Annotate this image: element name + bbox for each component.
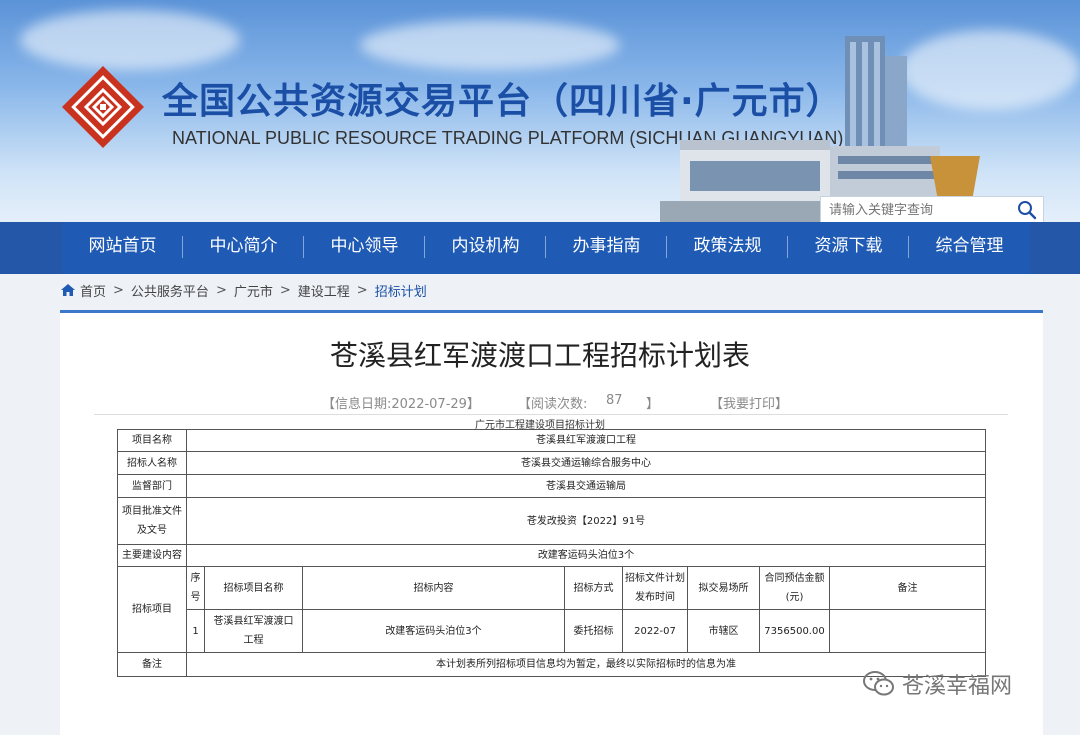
- bid-plan-table: 项目名称 苍溪县红军渡渡口工程 招标人名称 苍溪县交通运输综合服务中心 监督部门…: [117, 429, 986, 677]
- breadcrumb: 首页 > 公共服务平台 > 广元市 > 建设工程 > 招标计划: [60, 280, 427, 300]
- row-label: 项目名称: [117, 429, 187, 452]
- print-link[interactable]: 【我要打印】: [710, 393, 788, 412]
- article-title: 苍溪县红军渡渡口工程招标计划表: [329, 339, 750, 372]
- nav-item-home[interactable]: 网站首页: [62, 222, 183, 274]
- row-label: 项目批准文件 及文号: [117, 497, 187, 545]
- approval-label-line1: 项目批准文件: [122, 506, 182, 517]
- table-header-row: 招标项目 序 号 招标项目名称 招标内容 招标方式 招标文件计划 发布时间 拟交…: [117, 566, 986, 653]
- nav-item-downloads[interactable]: 资源下载: [788, 222, 909, 274]
- info-date: 【信息日期:2022-07-29】: [322, 397, 480, 412]
- main-nav: 网站首页 中心简介 中心领导 内设机构 办事指南 政策法规 资源下载 综合管理: [0, 222, 1080, 274]
- row-label: 招标项目: [117, 566, 187, 653]
- breadcrumb-guangyuan[interactable]: 广元市: [234, 281, 273, 300]
- col-header-name: 招标项目名称: [204, 566, 303, 610]
- nav-menu: 网站首页 中心简介 中心领导 内设机构 办事指南 政策法规 资源下载 综合管理: [62, 222, 1030, 274]
- breadcrumb-construction[interactable]: 建设工程: [298, 281, 350, 300]
- home-icon: [61, 284, 75, 296]
- cell-amount: 7356500.00: [759, 609, 830, 653]
- breadcrumb-separator: >: [279, 282, 291, 298]
- row-label: 主要建设内容: [117, 544, 187, 567]
- cell-remark: [829, 609, 986, 653]
- cell-name-line2: 工程: [243, 635, 264, 646]
- row-label: 招标人名称: [117, 451, 187, 475]
- diamond-logo-icon: [62, 66, 144, 148]
- col-header-time-line1: 招标文件计划: [625, 573, 685, 584]
- breadcrumb-separator: >: [113, 282, 124, 298]
- approval-value: 苍发改投资【2022】91号: [186, 497, 986, 545]
- cell-name-line1: 苍溪县红军渡渡口: [213, 616, 294, 627]
- breadcrumb-separator: >: [356, 282, 368, 298]
- breadcrumb-separator: >: [215, 282, 227, 298]
- search-icon[interactable]: [1017, 200, 1037, 220]
- cloud-decoration: [20, 10, 240, 70]
- row-label: 监督部门: [117, 474, 187, 498]
- read-count-label: 【阅读次数:: [518, 397, 588, 412]
- nav-item-departments[interactable]: 内设机构: [425, 222, 546, 274]
- table-row: 备注 本计划表所列招标项目信息均为暂定，最终以实际招标时的信息为准: [117, 652, 986, 677]
- divider: [94, 414, 1008, 415]
- nav-item-policy[interactable]: 政策法规: [667, 222, 788, 274]
- header-banner: 全国公共资源交易平台（四川省·广元市） NATIONAL PUBLIC RESO…: [0, 0, 1080, 230]
- col-header-no-line2: 号: [190, 592, 201, 603]
- cloud-decoration: [360, 20, 620, 70]
- col-header-time-line2: 发布时间: [635, 592, 675, 603]
- nav-item-guide[interactable]: 办事指南: [546, 222, 667, 274]
- building-illustration: [660, 36, 1000, 226]
- table-row: 1 苍溪县红军渡渡口 工程 改建客运码头泊位3个 委托招标 2022-07 市辖…: [118, 609, 986, 653]
- table-row: 项目名称 苍溪县红军渡渡口工程: [117, 429, 986, 452]
- table-row: 项目批准文件 及文号 苍发改投资【2022】91号: [117, 497, 986, 545]
- col-header-time: 招标文件计划 发布时间: [622, 566, 688, 610]
- read-count-close: 】: [646, 397, 660, 412]
- table-row: 监督部门 苍溪县交通运输局: [117, 474, 986, 498]
- col-header-no-line1: 序: [190, 573, 201, 584]
- breadcrumb-home[interactable]: 首页: [80, 281, 106, 300]
- nav-item-intro[interactable]: 中心简介: [183, 222, 304, 274]
- table-row: 主要建设内容 改建客运码头泊位3个: [117, 544, 986, 567]
- breadcrumb-bid-plan[interactable]: 招标计划: [375, 281, 427, 300]
- col-header-remark: 备注: [829, 566, 986, 610]
- col-header-place: 拟交易场所: [687, 566, 760, 610]
- cell-method: 委托招标: [564, 609, 623, 653]
- supervisor-value: 苍溪县交通运输局: [186, 474, 986, 498]
- wechat-icon: [863, 671, 894, 696]
- content-value: 改建客运码头泊位3个: [186, 544, 986, 567]
- col-header-no: 序 号: [186, 566, 205, 610]
- col-header-amount-line2: (元): [785, 592, 804, 603]
- col-header-content: 招标内容: [302, 566, 565, 610]
- search-box: [820, 196, 1044, 224]
- nav-item-leaders[interactable]: 中心领导: [304, 222, 425, 274]
- breadcrumb-public-service[interactable]: 公共服务平台: [131, 281, 209, 300]
- cell-place: 市辖区: [687, 609, 760, 653]
- search-input[interactable]: [821, 197, 1027, 223]
- cell-content: 改建客运码头泊位3个: [302, 609, 565, 653]
- cell-no: 1: [186, 609, 205, 653]
- col-header-amount: 合同预估金额 (元): [759, 566, 830, 610]
- tenderer-value: 苍溪县交通运输综合服务中心: [186, 451, 986, 475]
- watermark-text: 苍溪幸福网: [902, 674, 1013, 699]
- cell-name: 苍溪县红军渡渡口 工程: [204, 609, 303, 653]
- nav-item-admin[interactable]: 综合管理: [909, 222, 1030, 274]
- watermark: 苍溪幸福网: [862, 668, 1012, 700]
- read-count: 87: [606, 393, 623, 408]
- col-header-method: 招标方式: [564, 566, 623, 610]
- col-header-amount-line1: 合同预估金额: [764, 573, 825, 584]
- cell-time: 2022-07: [622, 609, 688, 653]
- table-row: 招标人名称 苍溪县交通运输综合服务中心: [117, 451, 986, 475]
- project-name-value: 苍溪县红军渡渡口工程: [186, 429, 986, 452]
- approval-label-line2: 及文号: [137, 525, 167, 536]
- row-label: 备注: [117, 652, 187, 677]
